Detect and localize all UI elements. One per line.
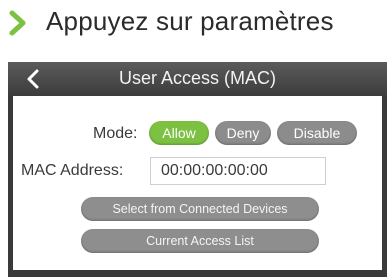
mac-address-field[interactable]: 00:00:00:00:00 (150, 157, 326, 185)
current-access-list-button[interactable]: Current Access List (81, 229, 319, 253)
mode-allow-button[interactable]: Allow (149, 121, 209, 145)
mode-disable-button[interactable]: Disable (277, 121, 357, 145)
instruction-text: Appuyez sur paramètres (46, 6, 334, 36)
mac-address-label: MAC Address: (21, 162, 124, 179)
mode-label: Mode: (93, 125, 138, 142)
device-screen: User Access (MAC) Mode: Allow Deny Disab… (8, 62, 387, 277)
mode-deny-button[interactable]: Deny (215, 121, 271, 145)
app-header: User Access (MAC) (8, 62, 387, 96)
instruction-caption: Appuyez sur paramètres (0, 0, 389, 44)
chevron-right-icon (9, 10, 26, 36)
select-connected-devices-button[interactable]: Select from Connected Devices (81, 197, 319, 221)
page-title: User Access (MAC) (118, 68, 277, 88)
settings-panel: Mode: Allow Deny Disable MAC Address: 00… (13, 96, 382, 270)
